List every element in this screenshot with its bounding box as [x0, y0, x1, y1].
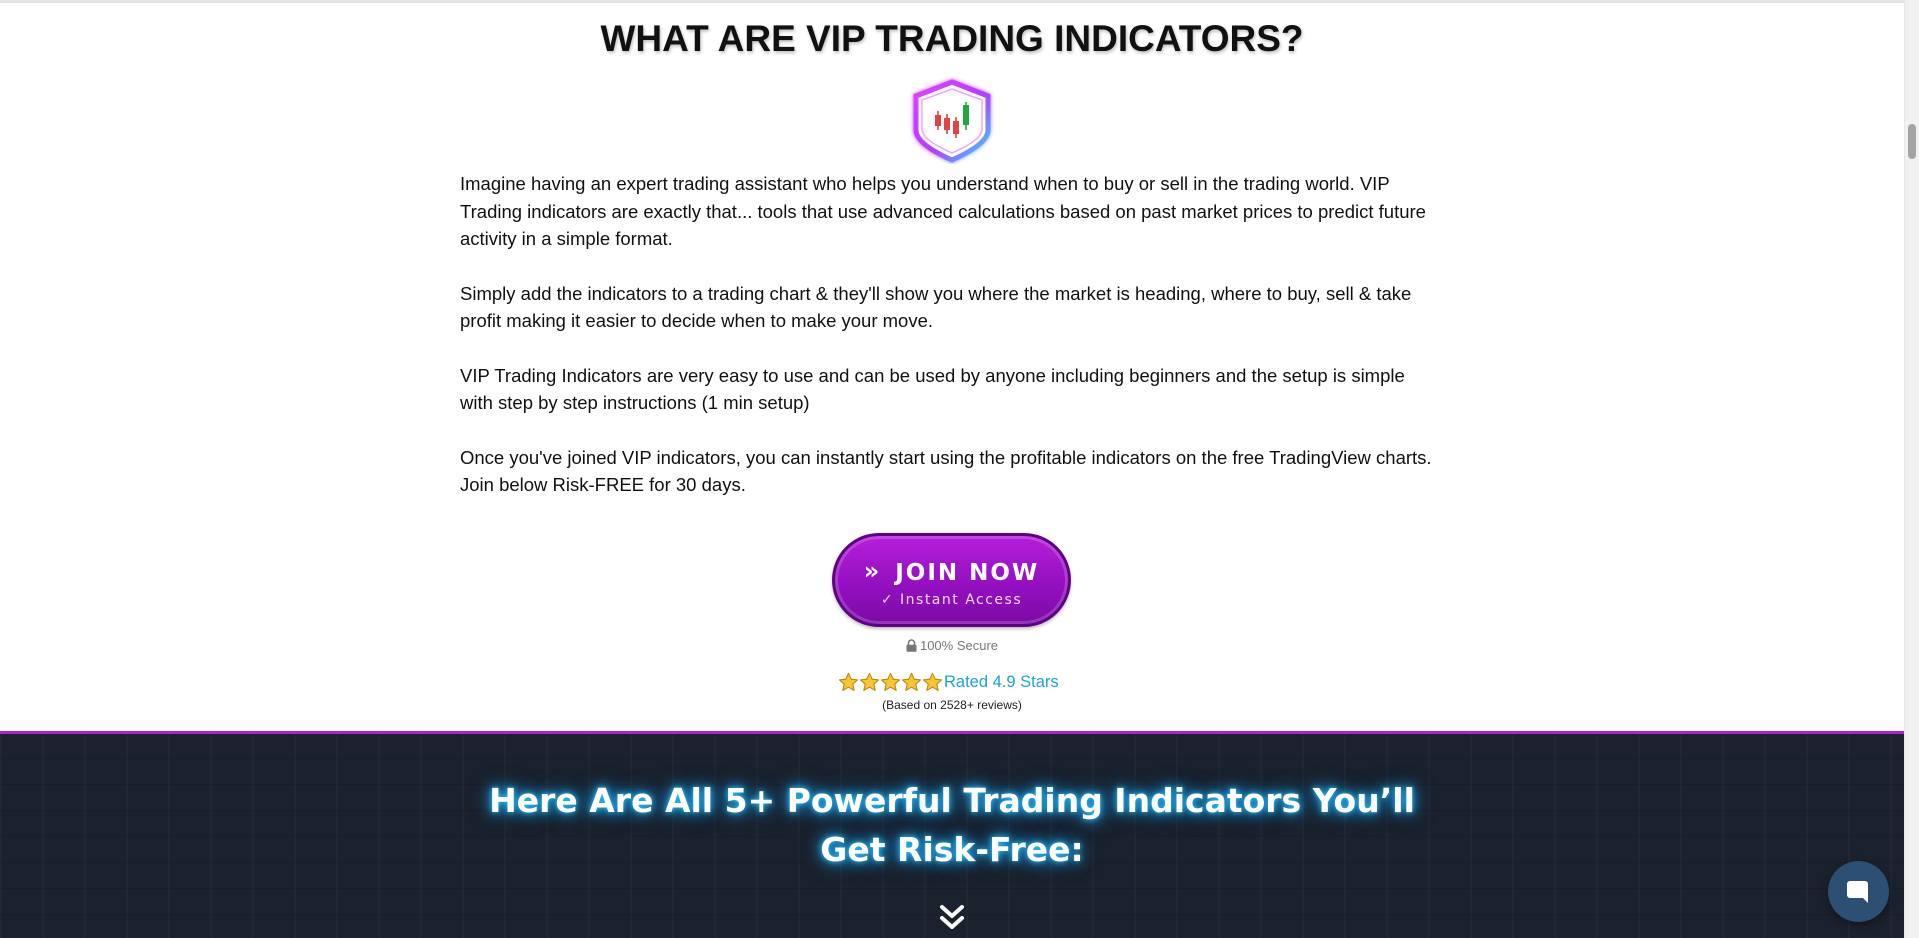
page-viewport: WHAT ARE VIP TRADING INDICATORS? Imagine…	[0, 0, 1904, 938]
reviews-count: (Based on 2528+ reviews)	[882, 698, 1022, 712]
star-rating	[838, 672, 943, 693]
star-icon	[859, 672, 880, 691]
scrollbar-thumb[interactable]	[1908, 124, 1916, 159]
section-heading: WHAT ARE VIP TRADING INDICATORS?	[600, 18, 1304, 59]
vertical-scrollbar[interactable]	[1904, 0, 1919, 938]
paragraph-join-info: Once you've joined VIP indicators, you c…	[460, 446, 1432, 496]
chat-launcher-button[interactable]	[1828, 861, 1889, 922]
paragraph-ease-of-use: VIP Trading Indicators are very easy to …	[460, 364, 1405, 414]
paragraph-how-it-works: Simply add the indicators to a trading c…	[460, 282, 1412, 332]
paragraph-intro: Imagine having an expert trading assista…	[460, 173, 1426, 249]
join-now-button[interactable]: » JOIN NOW ✓ Instant Access	[832, 533, 1071, 627]
lock-icon	[906, 639, 917, 652]
instant-access-label: ✓ Instant Access	[880, 592, 1023, 608]
star-icon	[880, 672, 901, 691]
star-icon	[901, 672, 922, 691]
join-now-main: » JOIN NOW	[835, 557, 1068, 586]
secure-text: 100% Secure	[919, 638, 999, 653]
star-icon	[838, 672, 859, 691]
rating-link[interactable]: Rated 4.9 Stars	[944, 673, 1059, 692]
top-divider	[0, 0, 1904, 3]
double-chevron-right-icon: »	[863, 557, 882, 585]
rating-row: Rated 4.9 Stars	[838, 672, 1059, 694]
double-chevron-down-icon[interactable]	[939, 903, 965, 933]
chat-bubble-icon	[1847, 881, 1868, 903]
indicators-section: Here Are All 5+ Powerful Trading Indicat…	[0, 731, 1904, 938]
star-icon	[922, 672, 943, 691]
join-now-label: JOIN NOW	[895, 560, 1040, 586]
section-copy: Imagine having an expert trading assista…	[460, 170, 1440, 526]
indicators-heading: Here Are All 5+ Powerful Trading Indicat…	[489, 781, 1415, 869]
candlestick-shield-icon	[913, 79, 991, 163]
secure-note: 100% Secure	[0, 638, 1904, 653]
